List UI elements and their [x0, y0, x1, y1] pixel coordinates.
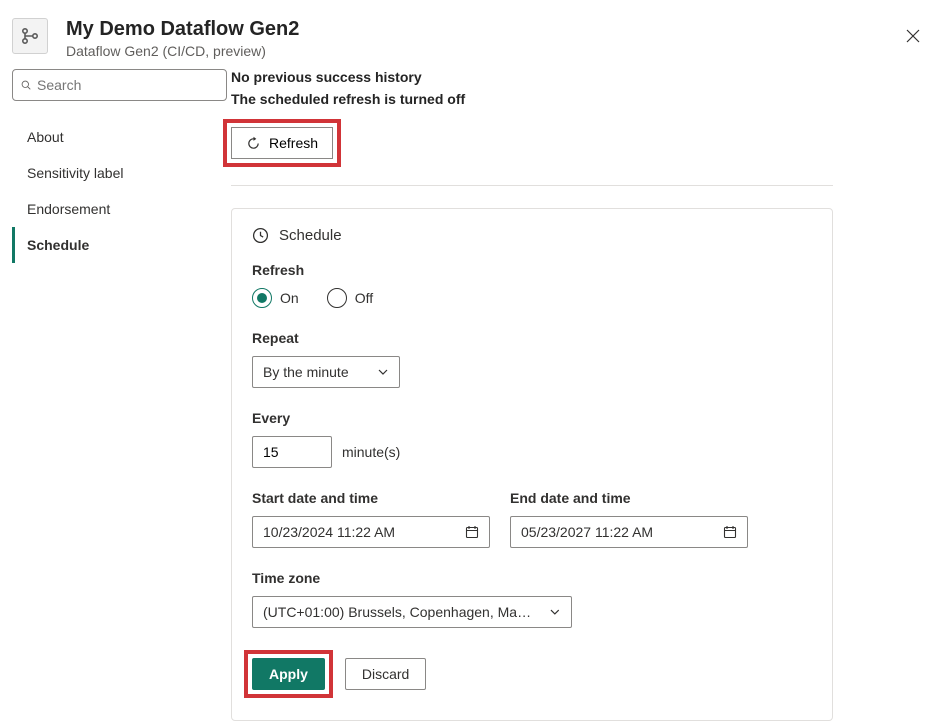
timezone-label: Time zone — [252, 570, 812, 586]
main-content: No previous success history The schedule… — [227, 69, 933, 721]
calendar-icon — [723, 525, 737, 539]
start-date-value: 10/23/2024 11:22 AM — [263, 524, 395, 540]
refresh-field-label: Refresh — [252, 262, 812, 278]
radio-on-label: On — [280, 290, 299, 306]
end-date-value: 05/23/2027 11:22 AM — [521, 524, 653, 540]
sidebar: About Sensitivity label Endorsement Sche… — [12, 69, 227, 721]
repeat-label: Repeat — [252, 330, 812, 346]
repeat-select[interactable]: By the minute — [252, 356, 400, 388]
radio-on-indicator — [252, 288, 272, 308]
start-date-input[interactable]: 10/23/2024 11:22 AM — [252, 516, 490, 548]
chevron-down-icon — [549, 606, 561, 618]
radio-on[interactable]: On — [252, 288, 299, 308]
end-date-input[interactable]: 05/23/2027 11:22 AM — [510, 516, 748, 548]
search-field[interactable] — [37, 77, 218, 93]
clock-icon — [252, 227, 269, 244]
search-input[interactable] — [12, 69, 227, 101]
dataflow-icon — [12, 18, 48, 54]
start-date-label: Start date and time — [252, 490, 490, 506]
apply-highlight-box: Apply — [244, 650, 333, 698]
status-refresh-off: The scheduled refresh is turned off — [231, 91, 833, 107]
every-label: Every — [252, 410, 812, 426]
apply-button[interactable]: Apply — [252, 658, 325, 690]
page-subtitle: Dataflow Gen2 (CI/CD, preview) — [66, 43, 901, 59]
sidebar-item-sensitivity[interactable]: Sensitivity label — [12, 155, 227, 191]
dialog-header: My Demo Dataflow Gen2 Dataflow Gen2 (CI/… — [0, 0, 945, 69]
refresh-icon — [246, 136, 261, 151]
repeat-value: By the minute — [263, 364, 349, 380]
search-icon — [21, 78, 31, 92]
divider — [231, 185, 833, 186]
schedule-panel: Schedule Refresh On Off Repeat — [231, 208, 833, 721]
radio-off[interactable]: Off — [327, 288, 373, 308]
timezone-select[interactable]: (UTC+01:00) Brussels, Copenhagen, Madrid — [252, 596, 572, 628]
end-date-label: End date and time — [510, 490, 748, 506]
sidebar-item-schedule[interactable]: Schedule — [12, 227, 227, 263]
every-input[interactable] — [252, 436, 332, 468]
radio-off-indicator — [327, 288, 347, 308]
schedule-panel-header: Schedule — [252, 227, 812, 244]
refresh-button-label: Refresh — [269, 135, 318, 151]
every-unit: minute(s) — [342, 444, 400, 460]
discard-button[interactable]: Discard — [345, 658, 426, 690]
page-title: My Demo Dataflow Gen2 — [66, 18, 901, 41]
calendar-icon — [465, 525, 479, 539]
sidebar-item-about[interactable]: About — [12, 119, 227, 155]
refresh-highlight-box: Refresh — [223, 119, 341, 167]
chevron-down-icon — [377, 366, 389, 378]
timezone-value: (UTC+01:00) Brussels, Copenhagen, Madrid — [263, 604, 533, 620]
close-icon — [906, 29, 920, 43]
status-history: No previous success history — [231, 69, 833, 85]
sidebar-item-endorsement[interactable]: Endorsement — [12, 191, 227, 227]
radio-off-label: Off — [355, 290, 373, 306]
refresh-button[interactable]: Refresh — [231, 127, 333, 159]
close-button[interactable] — [901, 24, 925, 48]
schedule-title: Schedule — [279, 227, 342, 244]
